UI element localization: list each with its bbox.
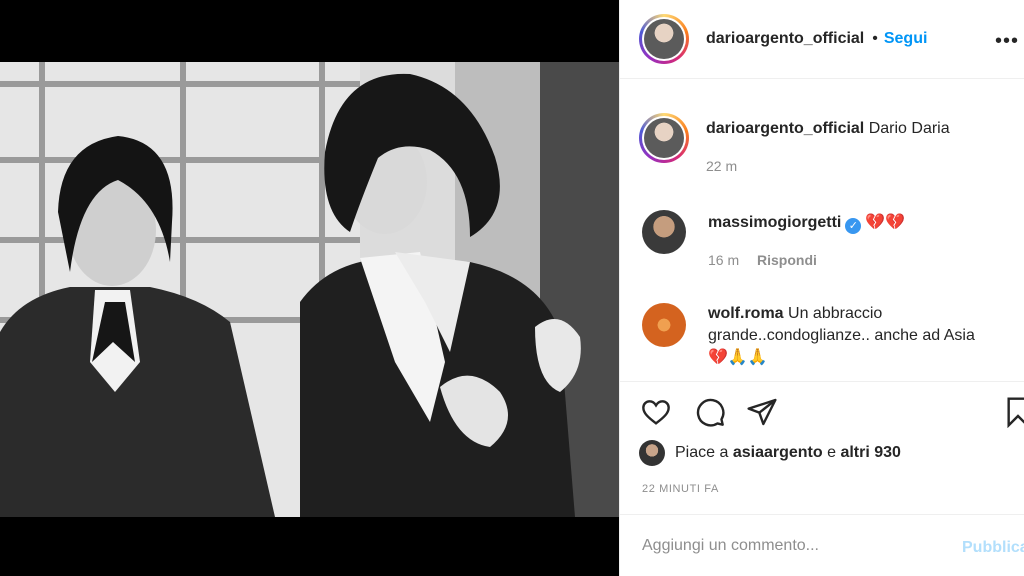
action-bar	[620, 381, 1024, 441]
comment-text: massimogiorgetti ✓ 💔💔	[708, 212, 998, 234]
comment-item: massimogiorgetti ✓ 💔💔 16 m Rispondi	[639, 207, 998, 268]
caption-meta: 22 m	[706, 158, 996, 174]
caption-content: Dario Daria	[868, 120, 950, 137]
caption-text: darioargento_official Dario Daria	[706, 118, 996, 140]
follow-button[interactable]: Segui	[884, 30, 928, 48]
heart-icon[interactable]	[640, 396, 672, 433]
post-photo[interactable]	[0, 62, 619, 517]
likes-conjunction: e	[827, 444, 836, 461]
author-avatar-inner	[642, 17, 686, 61]
caption-avatar-image	[644, 118, 684, 158]
separator-dot: •	[872, 30, 878, 47]
add-comment-bar: Pubblica	[620, 514, 1024, 576]
post-panel: darioargento_official • Segui ••• darioa…	[619, 0, 1024, 576]
comment-item: wolf.roma Un abbraccio grande..condoglia…	[639, 300, 998, 369]
bookmark-icon[interactable]	[1006, 396, 1024, 433]
caption-avatar-inner	[642, 116, 686, 160]
more-horizontal-icon[interactable]: •••	[995, 30, 1019, 53]
post-timestamp[interactable]: 22 MINUTI FA	[642, 483, 719, 495]
caption-body: darioargento_official Dario Daria 22 m	[706, 113, 996, 174]
author-username[interactable]: darioargento_official	[706, 30, 864, 48]
comment-content: 💔💔	[865, 214, 906, 231]
comment-time[interactable]: 16 m	[708, 252, 739, 268]
verified-badge-icon: ✓	[845, 218, 862, 234]
comment-username[interactable]: massimogiorgetti	[708, 214, 841, 231]
likes-others[interactable]: altri 930	[840, 444, 900, 462]
comment-meta: 16 m Rispondi	[708, 252, 998, 268]
comments-list[interactable]: darioargento_official Dario Daria 22 m m…	[620, 80, 1024, 380]
author-avatar[interactable]	[639, 14, 689, 64]
caption-avatar[interactable]	[639, 113, 689, 163]
caption-time[interactable]: 22 m	[706, 158, 737, 174]
caption-username[interactable]: darioargento_official	[706, 120, 864, 137]
comment-icon[interactable]	[694, 396, 726, 433]
commenter-avatar[interactable]	[642, 303, 686, 347]
comment-username[interactable]: wolf.roma	[708, 305, 784, 322]
share-icon[interactable]	[746, 396, 778, 433]
publish-button[interactable]: Pubblica	[962, 539, 1024, 557]
post-header: darioargento_official • Segui •••	[620, 0, 1024, 79]
comment-body: massimogiorgetti ✓ 💔💔 16 m Rispondi	[708, 207, 998, 268]
caption-item: darioargento_official Dario Daria 22 m	[639, 113, 996, 174]
author-avatar-image	[644, 19, 684, 59]
commenter-avatar[interactable]	[642, 210, 686, 254]
post-photo-illustration	[0, 62, 619, 517]
liker-username[interactable]: asiaargento	[733, 444, 823, 462]
liker-avatar	[639, 440, 665, 466]
comment-body: wolf.roma Un abbraccio grande..condoglia…	[708, 300, 998, 369]
likes-summary[interactable]: Piace a asiaargento e altri 930	[639, 440, 901, 466]
comment-input[interactable]	[642, 536, 942, 555]
comment-text: wolf.roma Un abbraccio grande..condoglia…	[708, 303, 998, 369]
likes-prefix: Piace a	[675, 444, 729, 461]
reply-button[interactable]: Rispondi	[757, 252, 817, 268]
photo-pane	[0, 0, 619, 576]
